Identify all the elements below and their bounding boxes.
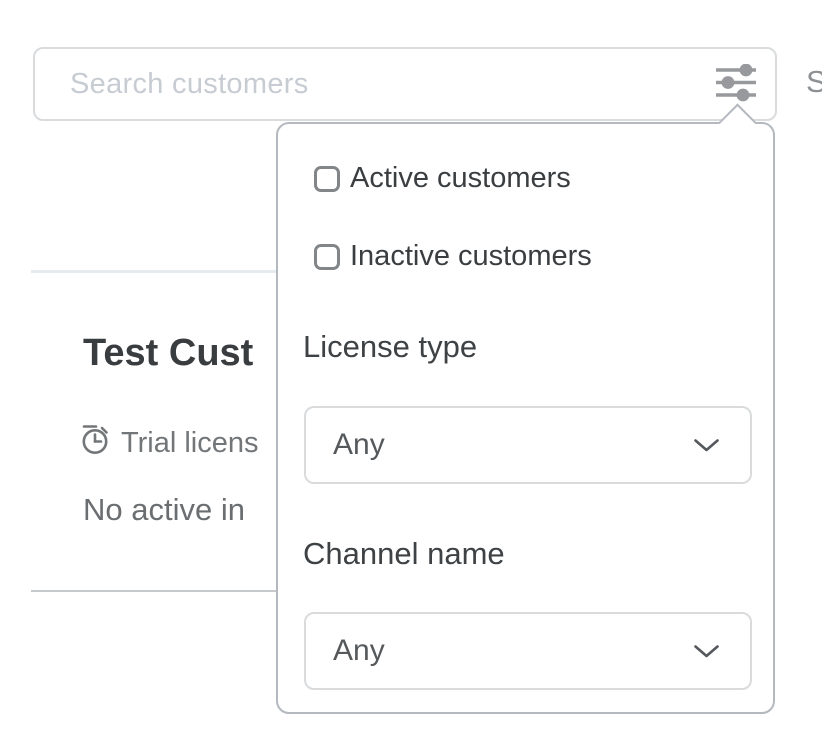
chevron-down-icon (693, 438, 720, 453)
search-input[interactable]: Search customers (33, 47, 777, 121)
customer-status: No active in (83, 492, 245, 528)
license-row: Trial licens (81, 424, 259, 463)
channel-name-select[interactable]: Any (304, 612, 752, 690)
channel-name-label: Channel name (303, 536, 505, 572)
stopwatch-icon (81, 424, 110, 463)
active-customers-checkbox[interactable] (314, 166, 340, 192)
customer-title: Test Cust (83, 332, 253, 375)
checkbox-label: Active customers (350, 162, 571, 195)
license-type-label: License type (303, 329, 477, 365)
inactive-customers-checkbox[interactable] (314, 244, 340, 270)
search-placeholder: Search customers (70, 68, 309, 101)
divider (31, 270, 277, 273)
select-value: Any (333, 428, 385, 462)
divider (31, 590, 277, 592)
inactive-customers-option[interactable]: Inactive customers (314, 240, 592, 273)
page: Search customers S Test Cust (0, 0, 822, 756)
license-type-select[interactable]: Any (304, 406, 752, 484)
select-value: Any (333, 634, 385, 668)
filter-popover: Active customers Inactive customers Lice… (276, 122, 775, 714)
chevron-down-icon (693, 644, 720, 659)
filter-button[interactable] (713, 63, 759, 105)
sliders-icon (714, 64, 758, 105)
checkbox-label: Inactive customers (350, 240, 592, 273)
active-customers-option[interactable]: Active customers (314, 162, 571, 195)
license-text: Trial licens (121, 427, 259, 460)
clipped-edge-text: S (806, 64, 822, 100)
